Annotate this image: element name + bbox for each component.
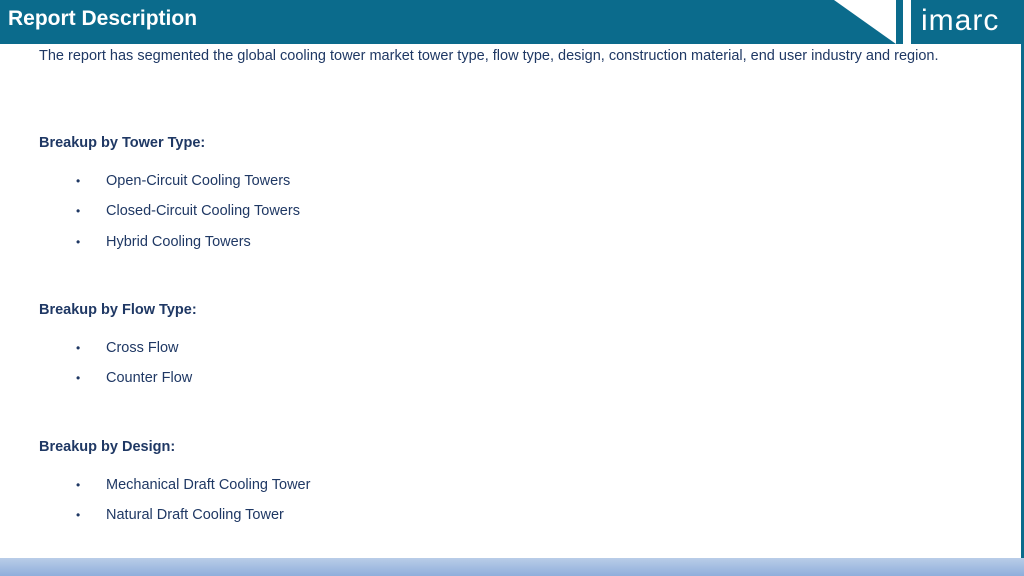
section-heading-flow-type: Breakup by Flow Type: bbox=[39, 302, 197, 318]
list-item-label: Natural Draft Cooling Tower bbox=[106, 507, 284, 523]
bullet-icon: • bbox=[76, 204, 81, 218]
list-item: • Hybrid Cooling Towers bbox=[76, 234, 251, 250]
list-item: • Natural Draft Cooling Tower bbox=[76, 507, 284, 523]
list-item-label: Cross Flow bbox=[106, 340, 179, 356]
list-item-label: Mechanical Draft Cooling Tower bbox=[106, 477, 311, 493]
list-item-label: Open-Circuit Cooling Towers bbox=[106, 173, 291, 189]
footer-band bbox=[0, 558, 1024, 576]
list-item: • Cross Flow bbox=[76, 340, 179, 356]
list-item: • Closed-Circuit Cooling Towers bbox=[76, 203, 300, 219]
section-heading-tower-type: Breakup by Tower Type: bbox=[39, 135, 206, 151]
list-item-label: Hybrid Cooling Towers bbox=[106, 234, 251, 250]
header-decorative-wedge bbox=[834, 0, 896, 44]
list-item-label: Closed-Circuit Cooling Towers bbox=[106, 203, 300, 219]
list-item: • Counter Flow bbox=[76, 370, 192, 386]
logo-text: imarc bbox=[921, 4, 1000, 37]
list-item: • Open-Circuit Cooling Towers bbox=[76, 173, 290, 189]
intro-paragraph: The report has segmented the global cool… bbox=[39, 48, 939, 64]
bullet-icon: • bbox=[76, 478, 81, 492]
bullet-icon: • bbox=[76, 174, 81, 188]
list-item-label: Counter Flow bbox=[106, 370, 193, 386]
section-heading-design: Breakup by Design: bbox=[39, 439, 176, 455]
bullet-icon: • bbox=[76, 235, 81, 249]
logo: imarc bbox=[911, 0, 1024, 44]
bullet-icon: • bbox=[76, 508, 81, 522]
page-title: Report Description bbox=[8, 7, 198, 30]
content-area: The report has segmented the global cool… bbox=[39, 44, 1007, 67]
list-item: • Mechanical Draft Cooling Tower bbox=[76, 477, 310, 493]
header-divider bbox=[903, 0, 911, 44]
bullet-icon: • bbox=[76, 371, 81, 385]
bullet-icon: • bbox=[76, 341, 81, 355]
